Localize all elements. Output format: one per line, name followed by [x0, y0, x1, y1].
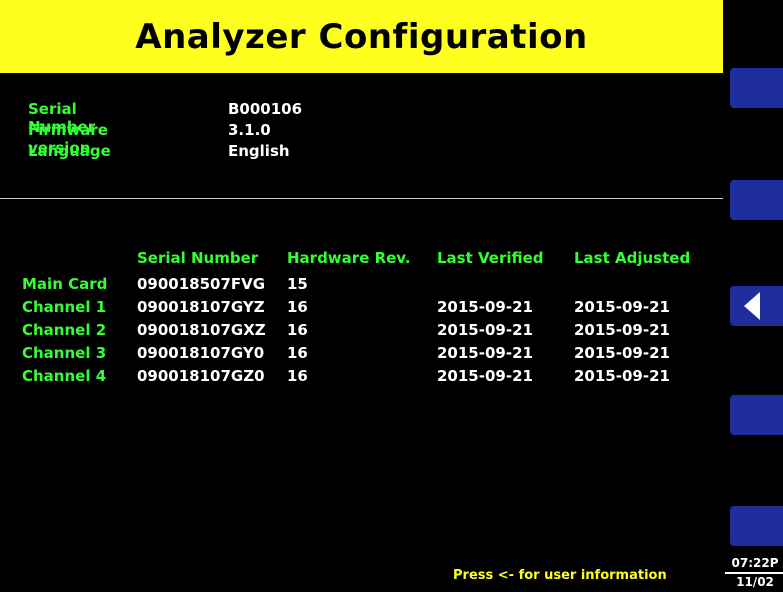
- table-row: Channel 2 090018107GXZ 16 2015-09-21 201…: [22, 318, 714, 341]
- info-label: Language: [28, 142, 111, 160]
- serial-cell: 090018107GXZ: [137, 320, 266, 339]
- softkey-4[interactable]: [730, 395, 783, 435]
- serial-cell: 090018107GZ0: [137, 366, 265, 385]
- column-header: Last Adjusted: [574, 249, 691, 267]
- info-value: 3.1.0: [228, 121, 271, 139]
- serial-cell: 090018507FVG: [137, 274, 266, 293]
- softkey-3[interactable]: [730, 286, 783, 326]
- row-label: Channel 3: [22, 343, 107, 362]
- hardware-rev-cell: 16: [287, 343, 308, 362]
- hardware-rev-cell: 16: [287, 297, 308, 316]
- row-label: Channel 2: [22, 320, 107, 339]
- clock-time: 07:22P: [731, 556, 779, 570]
- clock: 07:22P 11/02: [723, 557, 783, 592]
- serial-cell: 090018107GY0: [137, 343, 265, 362]
- row-label: Channel 1: [22, 297, 107, 316]
- hardware-rev-cell: 16: [287, 366, 308, 385]
- softkey-bar: [723, 0, 783, 592]
- table-row: Channel 3 090018107GY0 16 2015-09-21 201…: [22, 341, 714, 364]
- serial-cell: 090018107GYZ: [137, 297, 265, 316]
- back-arrow-icon: [744, 292, 760, 320]
- info-value: English: [228, 142, 290, 160]
- softkey-1[interactable]: [730, 68, 783, 108]
- page-title: Analyzer Configuration: [135, 16, 588, 57]
- last-adjusted-cell: 2015-09-21: [574, 366, 670, 385]
- table-row: Channel 1 090018107GYZ 16 2015-09-21 201…: [22, 295, 714, 318]
- column-header: [22, 248, 137, 272]
- clock-date: 11/02: [736, 575, 774, 589]
- row-label: Main Card: [22, 274, 108, 293]
- table-header-row: Serial Number Hardware Rev. Last Verifie…: [22, 248, 714, 272]
- last-adjusted-cell: 2015-09-21: [574, 297, 670, 316]
- table-row: Main Card 090018507FVG 15: [22, 272, 714, 295]
- last-adjusted-cell: [574, 272, 714, 295]
- info-value: B000106: [228, 100, 303, 118]
- hardware-rev-cell: 16: [287, 320, 308, 339]
- softkey-5[interactable]: [730, 506, 783, 546]
- main-panel: Serial Number B000106 Firmware version 3…: [0, 73, 723, 592]
- last-verified-cell: 2015-09-21: [437, 343, 533, 362]
- last-adjusted-cell: 2015-09-21: [574, 343, 670, 362]
- footer-hint: Press <- for user information: [453, 568, 667, 583]
- card-table: Serial Number Hardware Rev. Last Verifie…: [22, 248, 714, 387]
- row-label: Channel 4: [22, 366, 107, 385]
- column-header: Hardware Rev.: [287, 249, 411, 267]
- column-header: Serial Number: [137, 249, 259, 267]
- last-verified-cell: [437, 272, 574, 295]
- clock-separator: [725, 572, 783, 574]
- last-verified-cell: 2015-09-21: [437, 366, 533, 385]
- softkey-2[interactable]: [730, 180, 783, 220]
- last-verified-cell: 2015-09-21: [437, 320, 533, 339]
- last-verified-cell: 2015-09-21: [437, 297, 533, 316]
- table-row: Channel 4 090018107GZ0 16 2015-09-21 201…: [22, 364, 714, 387]
- hardware-rev-cell: 15: [287, 274, 308, 293]
- title-bar: Analyzer Configuration: [0, 0, 723, 73]
- divider: [0, 198, 723, 199]
- last-adjusted-cell: 2015-09-21: [574, 320, 670, 339]
- column-header: Last Verified: [437, 249, 544, 267]
